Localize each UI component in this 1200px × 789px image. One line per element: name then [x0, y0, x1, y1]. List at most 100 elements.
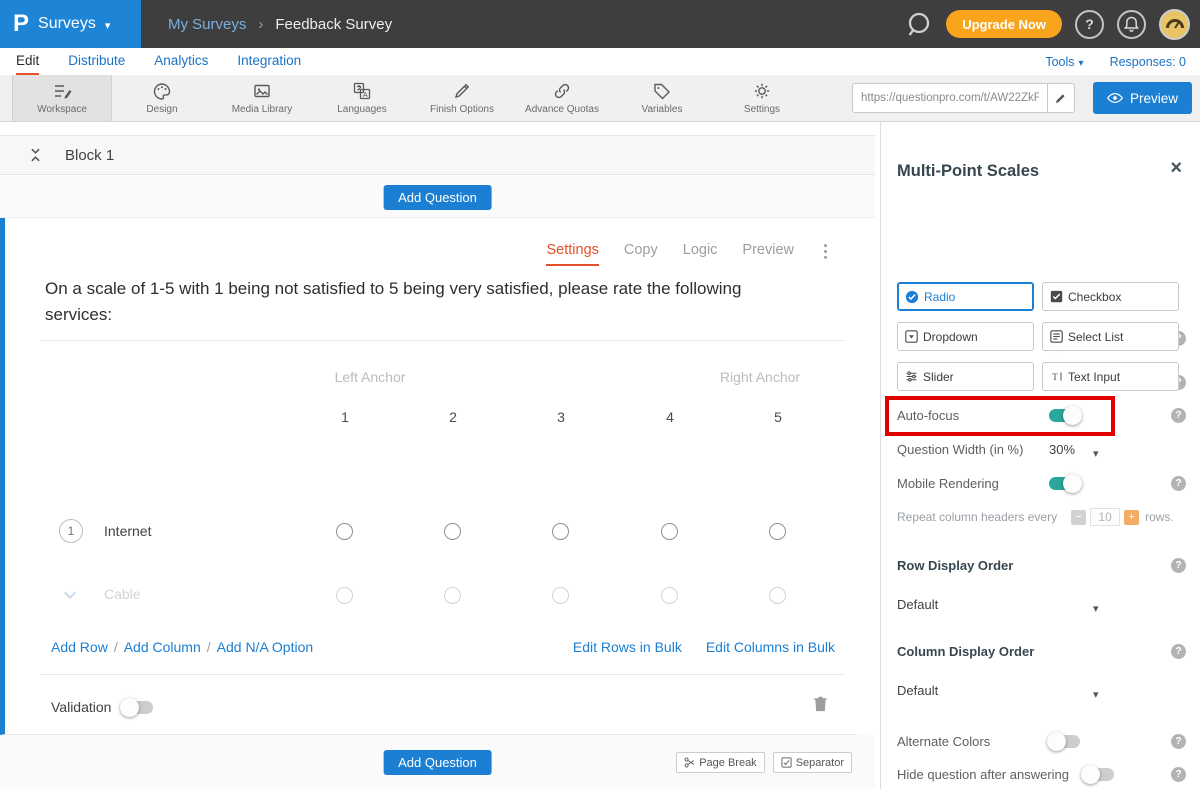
row-display-order-select[interactable]: Default ▾	[897, 594, 1186, 614]
add-question-button-top[interactable]: Add Question	[383, 185, 492, 210]
tab-analytics[interactable]: Analytics	[154, 48, 208, 75]
radio-cable-1[interactable]	[336, 587, 353, 604]
question-tab-settings[interactable]: Settings	[546, 242, 598, 266]
radio-internet-2[interactable]	[444, 523, 461, 540]
search-icon[interactable]	[906, 11, 933, 38]
toolbar-item-media-library[interactable]: Media Library	[212, 75, 312, 121]
alternate-colors-row: Alternate Colors ?	[897, 731, 1186, 751]
help-icon[interactable]: ?	[1171, 767, 1186, 782]
radio-cable-5[interactable]	[769, 587, 786, 604]
toolbar-item-variables[interactable]: Variables	[612, 75, 712, 121]
product-switcher[interactable]: P Surveys ▾	[0, 0, 141, 48]
add-na-option-link[interactable]: Add N/A Option	[217, 639, 314, 655]
column-header-2[interactable]: 2	[428, 409, 478, 425]
help-icon[interactable]: ?	[1171, 644, 1186, 659]
column-display-order-select[interactable]: Default ▾	[897, 680, 1186, 700]
radio-internet-3[interactable]	[552, 523, 569, 540]
hide-question-label: Hide question after answering	[897, 767, 1069, 782]
column-header-5[interactable]: 5	[753, 409, 803, 425]
help-button[interactable]: ?	[1075, 10, 1104, 39]
add-row-link[interactable]: Add Row	[51, 639, 108, 655]
tools-menu[interactable]: Tools▾	[1045, 55, 1083, 69]
toolbar-item-settings[interactable]: Settings	[712, 75, 812, 121]
scissors-icon	[684, 757, 695, 768]
question-tab-logic[interactable]: Logic	[683, 242, 718, 266]
radio-cable-2[interactable]	[444, 587, 461, 604]
auto-focus-toggle[interactable]	[1049, 409, 1080, 422]
mobile-rendering-toggle[interactable]	[1049, 477, 1080, 490]
radio-internet-5[interactable]	[769, 523, 786, 540]
share-url-input[interactable]	[852, 83, 1048, 113]
question-text[interactable]: On a scale of 1-5 with 1 being not satis…	[45, 276, 813, 329]
edit-rows-in-bulk-link[interactable]: Edit Rows in Bulk	[573, 639, 682, 655]
toolbar-item-design[interactable]: Design	[112, 75, 212, 121]
toolbar-item-finish-options[interactable]: Finish Options	[412, 75, 512, 121]
help-icon[interactable]: ?	[1171, 476, 1186, 491]
help-icon[interactable]: ?	[1171, 734, 1186, 749]
increment-button[interactable]: +	[1124, 510, 1139, 525]
column-header-4[interactable]: 4	[645, 409, 695, 425]
answer-type-checkbox[interactable]: Checkbox	[1042, 282, 1179, 311]
column-header-3[interactable]: 3	[536, 409, 586, 425]
alternate-colors-toggle[interactable]	[1049, 735, 1080, 748]
help-icon[interactable]: ?	[1171, 558, 1186, 573]
answer-type-slider[interactable]: Slider	[897, 362, 1034, 391]
divider	[40, 674, 845, 675]
row-display-order-value: Default	[897, 597, 938, 612]
preview-button[interactable]: Preview	[1093, 82, 1192, 114]
question-tab-preview[interactable]: Preview	[742, 242, 794, 266]
radio-internet-4[interactable]	[661, 523, 678, 540]
tab-integration[interactable]: Integration	[237, 48, 301, 75]
row-number-badge[interactable]: 1	[59, 519, 83, 543]
user-avatar[interactable]	[1159, 9, 1190, 40]
tab-edit[interactable]: Edit	[16, 48, 39, 75]
breadcrumb-my-surveys[interactable]: My Surveys	[168, 16, 246, 33]
decrement-button[interactable]: −	[1071, 510, 1086, 525]
question-tab-copy[interactable]: Copy	[624, 242, 658, 266]
radio-cable-3[interactable]	[552, 587, 569, 604]
notifications-button[interactable]	[1117, 10, 1146, 39]
edit-columns-in-bulk-link[interactable]: Edit Columns in Bulk	[706, 639, 835, 655]
help-icon[interactable]: ?	[1171, 408, 1186, 423]
breadcrumb: My Surveys › Feedback Survey	[168, 0, 392, 48]
row-label-internet[interactable]: Internet	[104, 523, 151, 539]
answer-type-text-input[interactable]: T Text Input	[1042, 362, 1179, 391]
hide-question-toggle[interactable]	[1083, 768, 1114, 781]
bell-icon	[1124, 16, 1139, 32]
block-header: Block 1	[0, 135, 875, 175]
chevron-down-icon[interactable]	[62, 588, 78, 607]
answer-type-select-list[interactable]: Select List	[1042, 322, 1179, 351]
repeat-headers-label: Repeat column headers every	[897, 510, 1057, 524]
radio-internet-1[interactable]	[336, 523, 353, 540]
upgrade-now-button[interactable]: Upgrade Now	[946, 10, 1062, 38]
right-anchor-label[interactable]: Right Anchor	[690, 369, 830, 385]
question-more-menu[interactable]	[823, 242, 828, 266]
responses-count[interactable]: Responses: 0	[1110, 55, 1186, 69]
add-column-link[interactable]: Add Column	[124, 639, 201, 655]
repeat-headers-input[interactable]	[1090, 508, 1120, 526]
toolbar-item-languages[interactable]: A Languages	[312, 75, 412, 121]
row-label-cable[interactable]: Cable	[104, 586, 141, 602]
toolbar-item-workspace[interactable]: Workspace	[12, 75, 112, 121]
rows-suffix-label: rows.	[1145, 510, 1174, 524]
toolbar-right: Preview	[852, 82, 1192, 114]
close-icon[interactable]: ×	[1170, 158, 1182, 178]
question-tabs: Settings Copy Logic Preview	[546, 242, 794, 266]
left-anchor-label[interactable]: Left Anchor	[300, 369, 440, 385]
column-header-1[interactable]: 1	[320, 409, 370, 425]
chevron-down-icon[interactable]: ▾	[1093, 447, 1099, 460]
tab-distribute[interactable]: Distribute	[68, 48, 125, 75]
add-question-button-bottom[interactable]: Add Question	[383, 750, 492, 775]
collapse-block-button[interactable]	[28, 146, 43, 164]
validation-toggle[interactable]	[122, 701, 153, 714]
edit-url-button[interactable]	[1048, 83, 1075, 113]
answer-type-dropdown[interactable]: Dropdown	[897, 322, 1034, 351]
separator-button[interactable]: Separator	[773, 752, 852, 773]
answer-type-radio[interactable]: Radio	[897, 282, 1034, 311]
radio-cable-4[interactable]	[661, 587, 678, 604]
page-break-button[interactable]: Page Break	[676, 752, 764, 773]
delete-question-button[interactable]	[812, 694, 829, 718]
finish-pencil-icon	[452, 81, 472, 101]
toolbar-item-advance-quotas[interactable]: Advance Quotas	[512, 75, 612, 121]
question-width-value[interactable]: 30%	[1049, 442, 1075, 457]
